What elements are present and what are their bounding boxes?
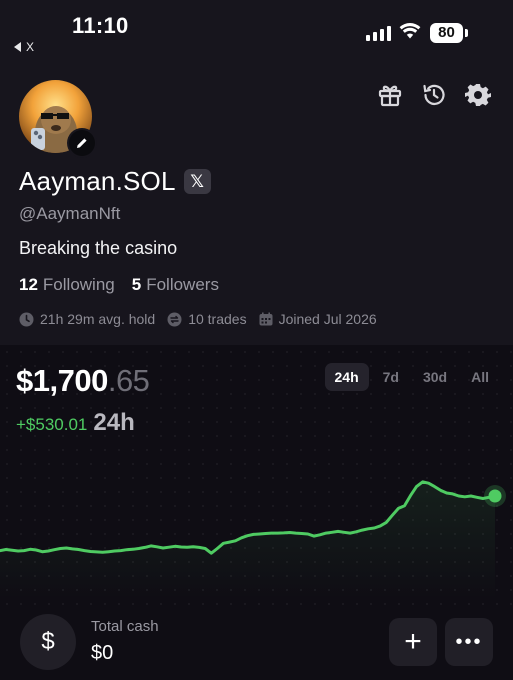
- range-tab-7d[interactable]: 7d: [373, 363, 409, 391]
- edit-avatar-button[interactable]: [67, 128, 97, 158]
- wifi-icon: [399, 22, 421, 45]
- chart-area-fill: [0, 481, 495, 599]
- back-to-app-button[interactable]: X: [14, 40, 34, 54]
- avg-hold-stat: 21h 29m avg. hold: [19, 311, 155, 327]
- gear-icon[interactable]: [463, 80, 493, 110]
- following-label: Following: [42, 275, 115, 294]
- back-app-label: X: [26, 40, 35, 54]
- range-tab-30d[interactable]: 30d: [413, 363, 457, 391]
- chart-end-marker: [488, 489, 502, 503]
- avg-hold-text: 21h 29m avg. hold: [40, 311, 156, 327]
- pencil-icon: [77, 138, 87, 148]
- followers-link[interactable]: 5 Followers: [132, 275, 219, 295]
- profile-meta: 21h 29m avg. hold 10 trades Joined Jul 2…: [19, 311, 377, 327]
- range-tab-all[interactable]: All: [461, 363, 499, 391]
- followers-label: Followers: [146, 275, 219, 294]
- total-cash-label: Total cash: [91, 618, 159, 635]
- status-time: 11:10: [72, 13, 129, 38]
- more-options-button[interactable]: •••: [445, 618, 493, 666]
- profile-avatar[interactable]: [19, 80, 97, 158]
- following-count: 12: [19, 275, 38, 294]
- display-name: Aayman.SOL: [19, 166, 176, 196]
- following-link[interactable]: 12 Following: [19, 275, 115, 295]
- joined-stat: Joined Jul 2026: [259, 311, 377, 327]
- joined-text: Joined Jul 2026: [278, 311, 377, 327]
- clock-icon: [19, 312, 34, 326]
- range-tab-24h[interactable]: 24h: [324, 363, 369, 391]
- add-button[interactable]: +: [389, 618, 437, 666]
- status-bar: 11:10 X 80: [0, 0, 513, 62]
- calendar-icon: [259, 312, 273, 326]
- portfolio-change: +$530.01 24h: [16, 409, 135, 437]
- portfolio-line-chart: [0, 480, 506, 599]
- followers-count: 5: [131, 275, 142, 294]
- change-period: 24h: [93, 409, 135, 436]
- back-arrow-icon: [14, 42, 21, 52]
- trades-stat: 10 trades: [167, 311, 247, 327]
- header-actions: [375, 80, 493, 110]
- follow-stats: 12 Following 5 Followers: [19, 275, 219, 295]
- portfolio-panel: $1,700.65 +$530.01 24h 24h 7d 30d All $ Tot…: [0, 345, 513, 680]
- balance-cents: .65: [107, 363, 150, 398]
- total-cash-value: $0: [91, 642, 114, 664]
- history-icon[interactable]: [419, 80, 449, 110]
- profile-name-row: Aayman.SOL 𝕏: [19, 166, 211, 197]
- profile-bio: Breaking the casino: [19, 238, 178, 258]
- swap-icon: [167, 312, 182, 326]
- change-value: +$530.01: [16, 415, 88, 434]
- user-handle: @AaymanNft: [19, 204, 121, 223]
- trades-text: 10 trades: [188, 311, 247, 327]
- dollar-icon: $: [20, 614, 76, 670]
- gift-icon[interactable]: [375, 80, 405, 110]
- x-link-icon[interactable]: 𝕏: [183, 169, 211, 194]
- cellular-signal-icon: [366, 25, 391, 41]
- time-range-selector: 24h 7d 30d All: [324, 363, 499, 391]
- battery-icon: 80: [430, 23, 463, 43]
- battery-nub: [465, 29, 468, 37]
- portfolio-balance: $1,700.65: [16, 363, 150, 399]
- balance-main: $1,700: [16, 363, 108, 398]
